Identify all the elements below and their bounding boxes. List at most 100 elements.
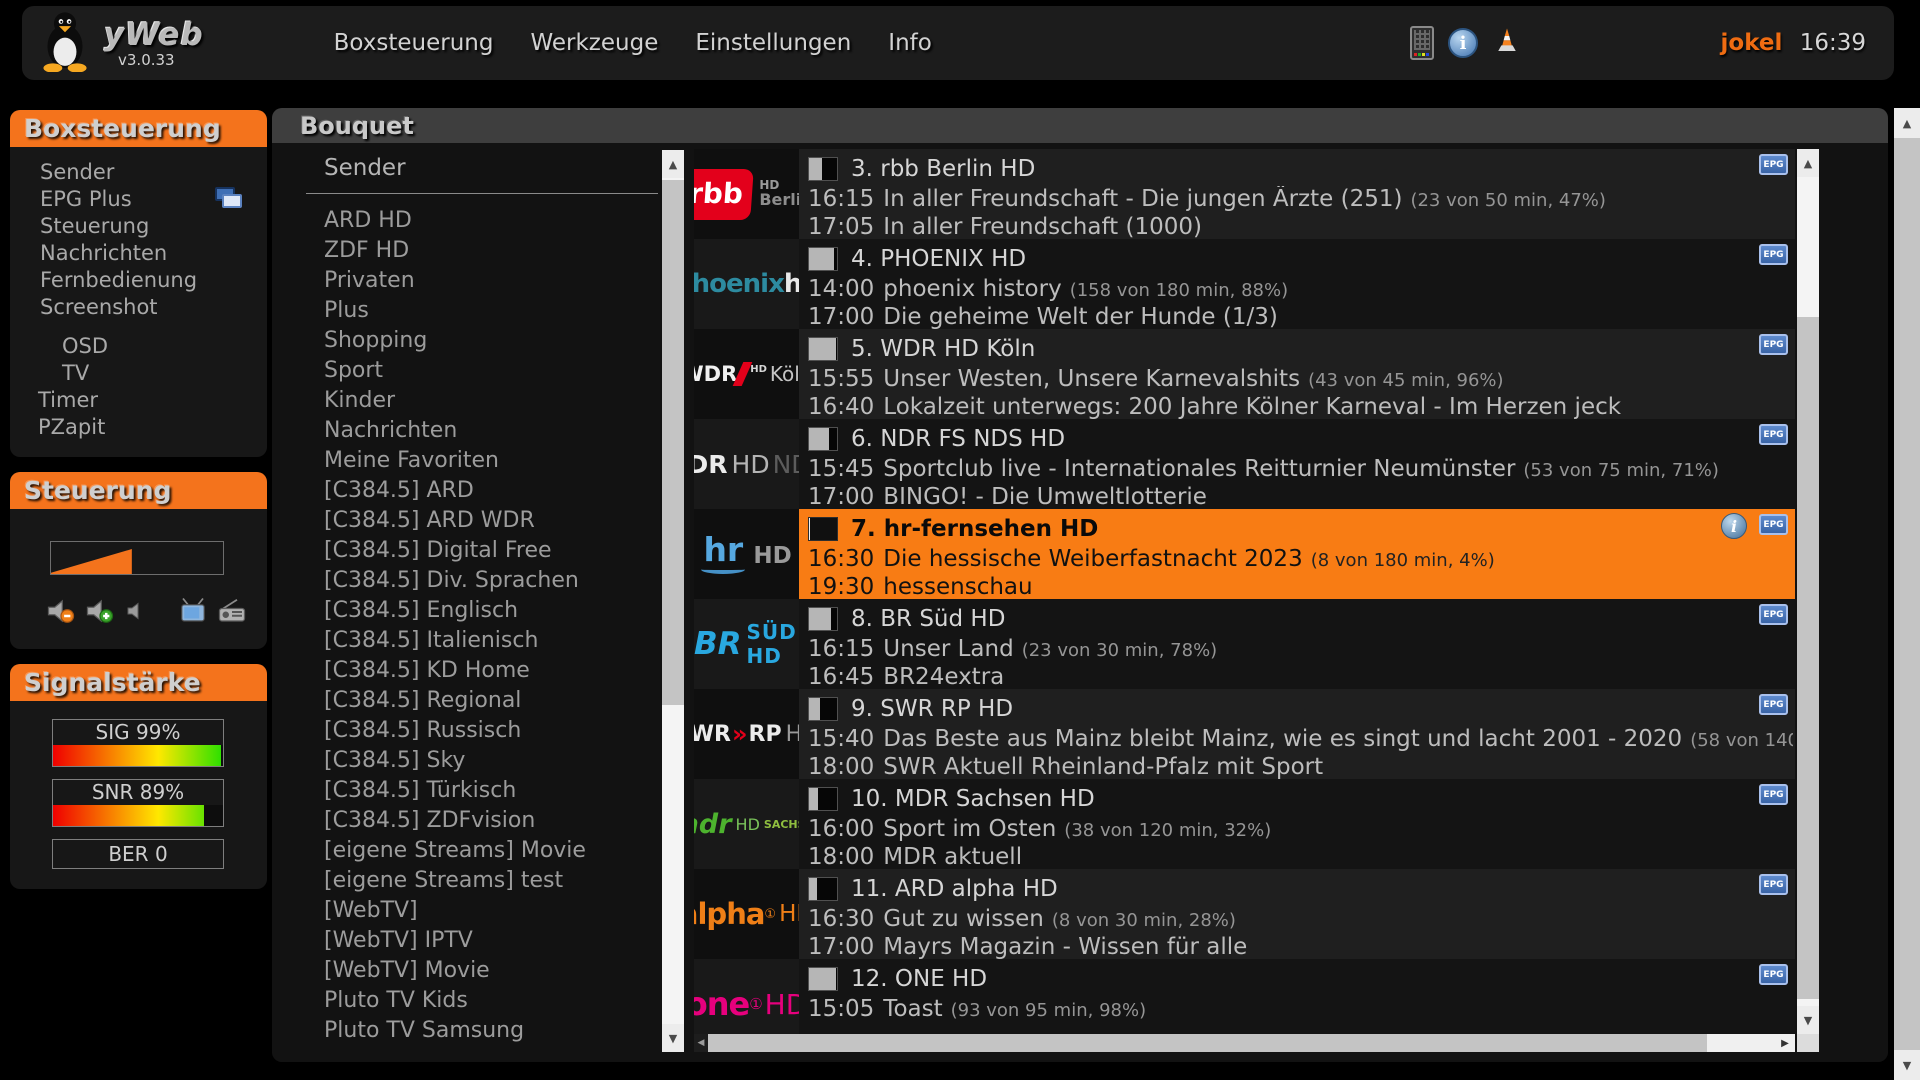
sidebar-item-sender[interactable]: Sender	[10, 159, 267, 186]
bouquet-item[interactable]: [C384.5] ARD WDR	[306, 506, 658, 536]
scroll-up-button[interactable]: ▲	[1797, 149, 1819, 177]
epg-line: 19:30hessenschau	[808, 574, 1793, 599]
epg-button[interactable]: EPG	[1759, 424, 1788, 445]
sidebar-item-timer[interactable]: Timer	[10, 387, 267, 414]
remote-control-icon[interactable]	[1410, 26, 1434, 60]
tv-mode-icon[interactable]	[178, 597, 208, 629]
epg-row-mdr[interactable]: mdrHDSACHSEN 10. MDR Sachsen HD 16:00Spo…	[694, 779, 1795, 869]
radio-mode-icon[interactable]	[217, 597, 247, 629]
channel-title: 4. PHOENIX HD	[851, 246, 1026, 272]
epg-row-hr-selected[interactable]: hr HD 7. hr-fernsehen HD 16:30Die hessis…	[694, 509, 1795, 599]
scroll-up-button[interactable]: ▲	[662, 150, 684, 178]
epg-line: 17:00Mayrs Magazin - Wissen für alle	[808, 934, 1793, 959]
sidebar-item-osd[interactable]: OSD	[10, 333, 267, 360]
sidebar-item-screenshot[interactable]: Screenshot	[10, 294, 267, 321]
channel-title: 6. NDR FS NDS HD	[851, 426, 1065, 452]
username[interactable]: jokel	[1721, 30, 1783, 56]
epg-button[interactable]: EPG	[1759, 964, 1788, 985]
epg-row-wdr[interactable]: WDRHDKöln 5. WDR HD Köln 15:55Unser West…	[694, 329, 1795, 419]
boxsteuerung-panel: Boxsteuerung Sender EPG Plus Steuerung N…	[10, 110, 267, 457]
epg-button[interactable]: EPG	[1759, 244, 1788, 265]
bouquet-item[interactable]: Plus	[306, 296, 658, 326]
bouquet-item[interactable]: Sport	[306, 356, 658, 386]
stream-info-icon[interactable]: i	[1721, 513, 1747, 539]
bouquet-item[interactable]: ZDF HD	[306, 236, 658, 266]
sidebar-item-tv[interactable]: TV	[10, 360, 267, 387]
volume-up-icon[interactable]	[85, 597, 115, 629]
channel-title: 12. ONE HD	[851, 966, 987, 992]
channel-title: 5. WDR HD Köln	[851, 336, 1035, 362]
bouquet-item[interactable]: [WebTV] Movie	[306, 956, 658, 986]
epg-button[interactable]: EPG	[1759, 784, 1788, 805]
epg-row-rbb[interactable]: rbb HDBerlin 3. rbb Berlin HD 16:15In al…	[694, 149, 1795, 239]
scroll-left-button[interactable]: ◀	[694, 1034, 708, 1052]
epg-button[interactable]: EPG	[1759, 334, 1788, 355]
bouquet-item[interactable]: ARD HD	[306, 206, 658, 236]
sidebar-item-epg-plus[interactable]: EPG Plus	[10, 186, 267, 213]
scrollbar-thumb[interactable]	[1894, 138, 1920, 1050]
info-icon[interactable]: i	[1448, 28, 1478, 58]
vlc-icon[interactable]	[1492, 26, 1522, 60]
bouquet-item[interactable]: [C384.5] Italienisch	[306, 626, 658, 656]
bouquet-list: Sender ARD HD ZDF HD Privaten Plus Shopp…	[306, 150, 684, 1052]
bouquet-item[interactable]: [C384.5] Div. Sprachen	[306, 566, 658, 596]
epg-row-swr[interactable]: SWR»RPHD 9. SWR RP HD 15:40Das Beste aus…	[694, 689, 1795, 779]
epg-row-alpha[interactable]: alpha①HD 11. ARD alpha HD 16:30Gut zu wi…	[694, 869, 1795, 959]
bouquet-item[interactable]: [C384.5] ZDFvision	[306, 806, 658, 836]
epg-row-one[interactable]: one①HD 12. ONE HD 15:05Toast(93 von 95 m…	[694, 959, 1795, 1034]
volume-bar[interactable]	[50, 541, 224, 575]
epg-line: 16:00Sport im Osten(38 von 120 min, 32%)	[808, 816, 1793, 842]
scrollbar-thumb[interactable]	[662, 180, 684, 705]
scroll-up-button[interactable]: ▲	[1894, 108, 1920, 138]
scroll-down-button[interactable]: ▼	[1894, 1050, 1920, 1080]
sidebar-item-steuerung[interactable]: Steuerung	[10, 213, 267, 240]
volume-down-icon[interactable]	[46, 597, 76, 629]
bouquet-item[interactable]: [eigene Streams] test	[306, 866, 658, 896]
windows-icon[interactable]	[215, 187, 245, 211]
bouquet-item[interactable]: Shopping	[306, 326, 658, 356]
nav-werkzeuge[interactable]: Werkzeuge	[530, 30, 658, 56]
scroll-right-button[interactable]: ▶	[1775, 1034, 1795, 1052]
bouquet-item[interactable]: Pluto TV Samsung	[306, 1016, 658, 1046]
nav-einstellungen[interactable]: Einstellungen	[695, 30, 851, 56]
bouquet-item[interactable]: [C384.5] Türkisch	[306, 776, 658, 806]
bouquet-item[interactable]: Privaten	[306, 266, 658, 296]
mute-icon[interactable]	[124, 599, 148, 627]
epg-row-br[interactable]: BRSÜD HD 8. BR Süd HD 16:15Unser Land(23…	[694, 599, 1795, 689]
sidebar-item-pzapit[interactable]: PZapit	[10, 414, 267, 441]
sidebar-item-fernbedienung[interactable]: Fernbedienung	[10, 267, 267, 294]
epg-row-phoenix[interactable]: phoenixhd 4. PHOENIX HD 14:00phoenix his…	[694, 239, 1795, 329]
bouquet-item[interactable]: Meine Favoriten	[306, 446, 658, 476]
epg-button[interactable]: EPG	[1759, 694, 1788, 715]
epg-button[interactable]: EPG	[1759, 154, 1788, 175]
scroll-down-button[interactable]: ▼	[1797, 1006, 1819, 1034]
bouquet-item[interactable]: [C384.5] Sky	[306, 746, 658, 776]
bouquet-item[interactable]: [WebTV] IPTV	[306, 926, 658, 956]
epg-button[interactable]: EPG	[1759, 604, 1788, 625]
progress-indicator	[808, 787, 838, 811]
epg-line: 17:00Die geheime Welt der Hunde (1/3)	[808, 304, 1793, 329]
bouquet-item[interactable]: Kinder	[306, 386, 658, 416]
nav-info[interactable]: Info	[888, 30, 932, 56]
bouquet-item[interactable]: Nachrichten	[306, 416, 658, 446]
bouquet-item[interactable]: [WebTV]	[306, 896, 658, 926]
epg-line: 15:40Das Beste aus Mainz bleibt Mainz, w…	[808, 726, 1793, 752]
epg-row-ndr[interactable]: NDRHDNDS 6. NDR FS NDS HD 15:45Sportclub…	[694, 419, 1795, 509]
bouquet-item[interactable]: [C384.5] Regional	[306, 686, 658, 716]
bouquet-item[interactable]: Pluto TV Kids	[306, 986, 658, 1016]
scrollbar-thumb[interactable]	[1797, 317, 1819, 999]
bouquet-item[interactable]: [C384.5] Englisch	[306, 596, 658, 626]
bouquet-item[interactable]: [C384.5] Russisch	[306, 716, 658, 746]
scrollbar-thumb[interactable]	[708, 1034, 1707, 1052]
channel-title: 3. rbb Berlin HD	[851, 156, 1035, 182]
epg-button[interactable]: EPG	[1759, 514, 1788, 535]
sidebar-item-nachrichten[interactable]: Nachrichten	[10, 240, 267, 267]
nav-boxsteuerung[interactable]: Boxsteuerung	[334, 30, 494, 56]
bouquet-item[interactable]: [C384.5] ARD	[306, 476, 658, 506]
scroll-down-button[interactable]: ▼	[662, 1024, 684, 1052]
bouquet-item[interactable]: [eigene Streams] Movie	[306, 836, 658, 866]
bouquet-item[interactable]: [C384.5] KD Home	[306, 656, 658, 686]
epg-line: 14:00phoenix history(158 von 180 min, 88…	[808, 276, 1793, 302]
epg-button[interactable]: EPG	[1759, 874, 1788, 895]
bouquet-item[interactable]: [C384.5] Digital Free	[306, 536, 658, 566]
